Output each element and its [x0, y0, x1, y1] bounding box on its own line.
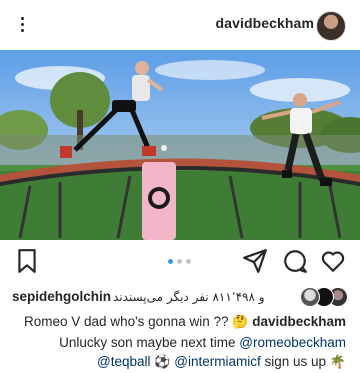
liker-avatars [290, 287, 348, 307]
carousel-dot [186, 259, 191, 264]
post-action-bar [0, 244, 360, 280]
teqball-photo [0, 50, 360, 240]
post-author-username[interactable]: davidbeckham [216, 15, 314, 31]
carousel-dot [177, 259, 182, 264]
post-image[interactable] [0, 50, 360, 240]
heart-icon [321, 251, 345, 272]
caption-line-2: Unlucky son maybe next time @romeobeckha… [6, 333, 346, 353]
likes-summary[interactable]: sepidehgolchin و ۸۱۱٬۴۹۸ نفر دیگر می‌پسن… [0, 286, 360, 308]
comment-button[interactable] [282, 248, 308, 274]
carousel-indicator [168, 259, 191, 264]
caption-line-1: Romeo V dad who's gonna win ?? 🤔 davidbe… [6, 312, 346, 333]
share-button[interactable] [242, 248, 268, 274]
caption-line-3: @teqball ⚽ @intermiamicf sign us up 🌴 [6, 352, 346, 373]
caption-text: Unlucky son maybe next time [59, 334, 236, 350]
bookmark-icon [18, 249, 36, 273]
likes-count-text: و ۸۱۱٬۴۹۸ نفر دیگر می‌پسندند [113, 290, 265, 304]
more-options-button[interactable] [14, 12, 30, 36]
send-icon [243, 249, 267, 273]
save-button[interactable] [14, 248, 40, 274]
avatar [300, 287, 320, 307]
mention-link[interactable]: @romeobeckham [239, 335, 346, 350]
thinking-emoji: 🤔 [232, 315, 249, 330]
more-vertical-icon [20, 16, 24, 20]
mention-link[interactable]: @intermiamicf [174, 354, 260, 369]
like-button[interactable] [320, 248, 346, 274]
caption-text: sign us up [264, 354, 327, 369]
post-header: davidbeckham [0, 0, 360, 50]
mention-link[interactable]: @teqball [97, 354, 151, 369]
palm-tree-emoji: 🌴 [329, 355, 346, 370]
caption-author-username[interactable]: davidbeckham [252, 314, 346, 329]
carousel-dot-active [168, 259, 173, 264]
post-caption: Romeo V dad who's gonna win ?? 🤔 davidbe… [6, 312, 346, 373]
post-author-avatar[interactable] [316, 11, 346, 41]
comment-icon [284, 250, 307, 273]
liker-username[interactable]: sepidehgolchin [12, 289, 111, 304]
soccer-ball-emoji: ⚽ [154, 355, 171, 370]
caption-text: Romeo V dad who's gonna win ?? [24, 314, 229, 329]
